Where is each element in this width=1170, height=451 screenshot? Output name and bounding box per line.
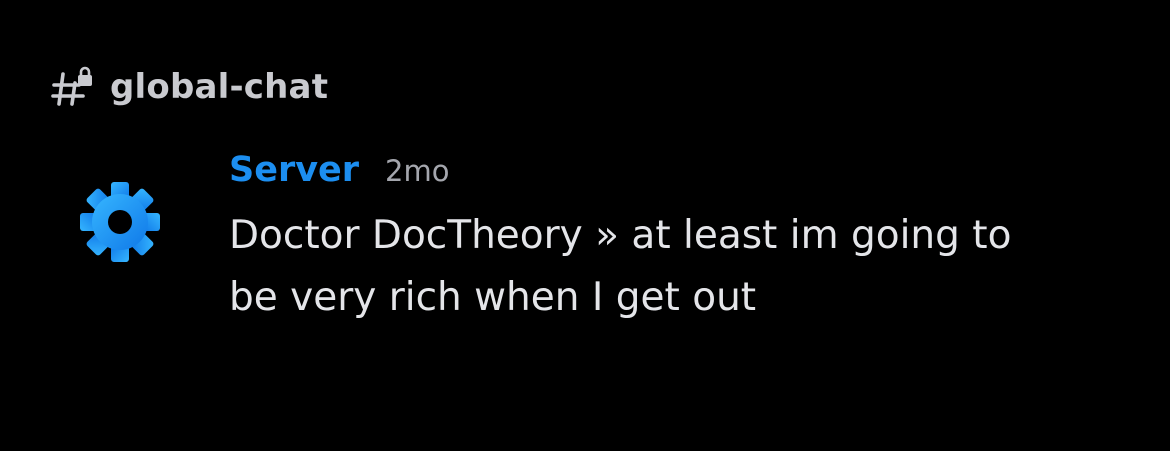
author-name[interactable]: Server [229,150,359,190]
message-header: Server 2mo [229,150,1129,204]
channel-name: global-chat [110,67,329,107]
avatar[interactable] [78,180,162,264]
message-timestamp: 2mo [385,154,450,188]
channel-header[interactable]: global-chat [50,64,328,110]
gear-icon [80,182,160,262]
message-body: Server 2mo Doctor DocTheory » at least i… [229,150,1129,329]
locked-hash-icon [50,64,96,110]
message-content: Doctor DocTheory » at least im going to … [229,213,1012,320]
